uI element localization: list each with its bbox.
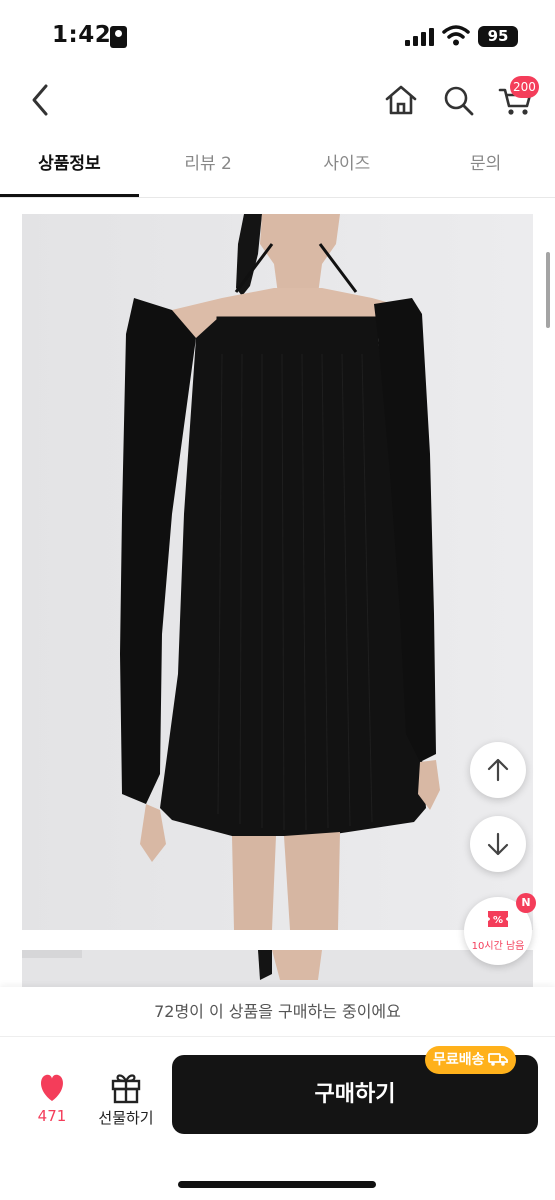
back-arrow-icon[interactable] — [22, 80, 60, 120]
arrow-down-icon — [487, 832, 509, 856]
portrait-lock-icon — [110, 26, 127, 48]
cart-count-badge: 200 — [510, 76, 539, 98]
bottom-action-bar: 72명이 이 상품을 구매하는 중이에요 471 선물하기 구매하기 무료배송 — [0, 987, 555, 1200]
tab-size[interactable]: 사이즈 — [278, 140, 417, 197]
coupon-icon-text: % — [493, 915, 503, 926]
tab-inquiry[interactable]: 문의 — [416, 140, 555, 197]
home-indicator — [178, 1181, 376, 1188]
gift-button[interactable]: 선물하기 — [92, 1067, 160, 1131]
tab-product-info[interactable]: 상품정보 — [0, 140, 139, 197]
free-shipping-label: 무료배송 — [433, 1052, 485, 1068]
buying-now-notice: 72명이 이 상품을 구매하는 중이에요 — [0, 987, 555, 1037]
status-bar: 1:42 95 — [0, 0, 555, 72]
home-icon[interactable] — [382, 80, 420, 120]
heart-icon — [41, 1074, 63, 1101]
cellular-signal-icon — [405, 28, 434, 46]
coupon-timer-label: 10시간 남음 — [471, 941, 525, 952]
scrollbar[interactable] — [546, 252, 550, 328]
model-dress-illustration — [22, 214, 533, 930]
new-badge: N — [516, 893, 536, 913]
gift-icon — [111, 1074, 141, 1104]
product-image — [22, 214, 533, 930]
scroll-up-button[interactable] — [470, 742, 526, 798]
search-icon[interactable] — [440, 80, 478, 120]
like-button[interactable]: 471 — [22, 1067, 82, 1131]
battery-icon: 95 — [478, 26, 518, 47]
free-shipping-badge: 무료배송 — [425, 1046, 516, 1074]
scroll-down-button[interactable] — [470, 816, 526, 872]
arrow-up-icon — [487, 758, 509, 782]
nav-header — [0, 72, 555, 130]
truck-icon — [487, 1053, 508, 1066]
like-count: 471 — [37, 1107, 67, 1125]
gift-label: 선물하기 — [98, 1109, 154, 1127]
status-time: 1:42 — [52, 22, 112, 48]
wifi-icon — [442, 25, 470, 46]
tab-reviews[interactable]: 리뷰 2 — [139, 140, 278, 197]
tab-bar: 상품정보 리뷰 2 사이즈 문의 — [0, 140, 555, 198]
